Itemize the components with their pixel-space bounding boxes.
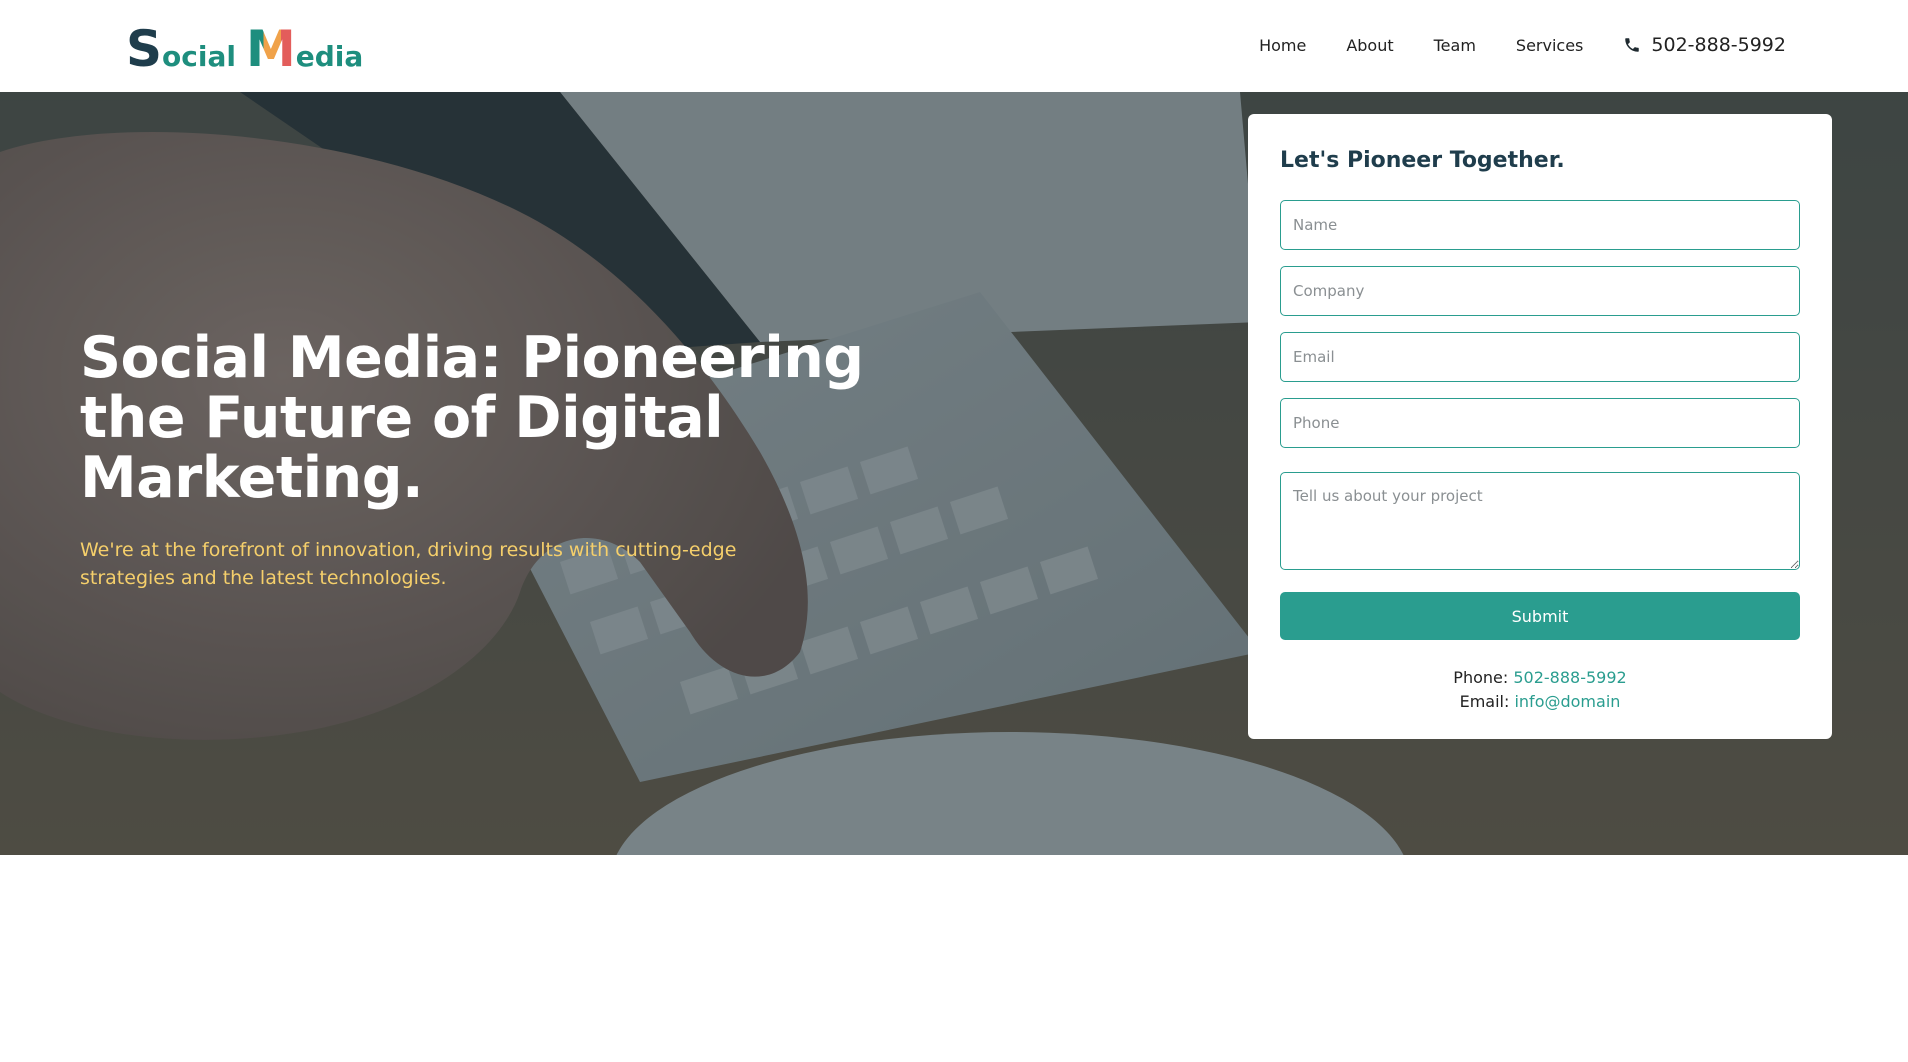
contact-info: Phone: 502-888-5992 Email: info@domain (1280, 666, 1800, 714)
main-nav: Home About Team Services 502-888-5992 (1219, 30, 1786, 60)
site-header: S ocial M edia Home About Team Services … (0, 0, 1908, 92)
hero-title: Social Media: Pioneering the Future of D… (80, 325, 864, 511)
name-input[interactable] (1280, 200, 1800, 250)
contact-phone-row: Phone: 502-888-5992 (1280, 666, 1800, 690)
project-textarea[interactable] (1280, 472, 1800, 570)
phone-icon (1625, 38, 1640, 52)
contact-form: Submit (1280, 200, 1800, 640)
nav-phone-number: 502-888-5992 (1651, 34, 1786, 56)
logo-word-edia: edia (295, 40, 364, 73)
hero-text-block: Social Media: Pioneering the Future of D… (80, 328, 980, 592)
logo-word-ocial: ocial (162, 40, 236, 73)
contact-form-card: Let's Pioneer Together. Submit Phone: 50… (1248, 114, 1832, 739)
logo-letter-s: S (126, 20, 163, 78)
contact-email-row: Email: info@domain (1280, 690, 1800, 714)
email-input[interactable] (1280, 332, 1800, 382)
logo-letter-m: M (245, 20, 296, 78)
contact-phone-link[interactable]: 502-888-5992 (1513, 668, 1626, 687)
nav-team[interactable]: Team (1434, 36, 1476, 55)
nav-home[interactable]: Home (1259, 36, 1306, 55)
contact-email-link[interactable]: info@domain (1514, 692, 1620, 711)
phone-input[interactable] (1280, 398, 1800, 448)
nav-about[interactable]: About (1346, 36, 1393, 55)
contact-phone-label: Phone: (1453, 668, 1509, 687)
nav-phone-link[interactable]: 502-888-5992 (1623, 34, 1786, 56)
form-title: Let's Pioneer Together. (1280, 148, 1565, 173)
submit-button[interactable]: Submit (1280, 592, 1800, 640)
logo[interactable]: S ocial M edia (126, 18, 363, 74)
hero-subtitle: We're at the forefront of innovation, dr… (80, 539, 737, 589)
company-input[interactable] (1280, 266, 1800, 316)
nav-services[interactable]: Services (1516, 36, 1583, 55)
contact-email-label: Email: (1459, 692, 1510, 711)
